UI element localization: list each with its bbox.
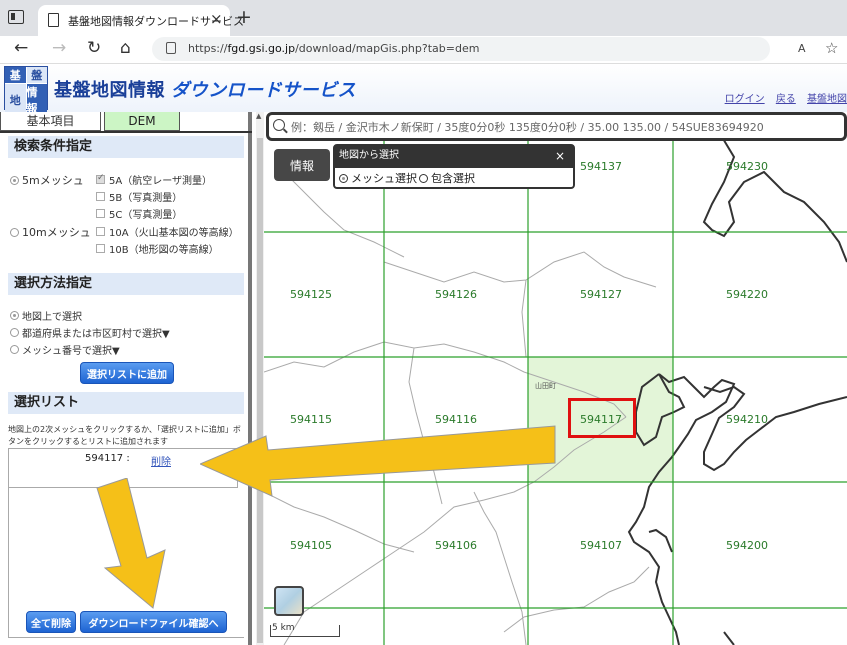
add-to-list-button[interactable]: 選択リストに追加	[80, 362, 174, 384]
back-icon[interactable]: ←	[14, 38, 28, 58]
tab-actions-icon[interactable]	[8, 10, 24, 24]
read-aloud-icon[interactable]: A	[798, 42, 806, 55]
checkbox-icon	[96, 209, 105, 218]
address-bar[interactable]: https://fgd.gsi.go.jp/download/mapGis.ph…	[152, 37, 770, 61]
new-tab-icon[interactable]: +	[236, 6, 252, 28]
browser-toolbar: ← → ↻ ⌂ https://fgd.gsi.go.jp/download/m…	[0, 36, 847, 64]
selected-mesh-highlight	[568, 398, 636, 438]
mesh-label[interactable]: 594210	[726, 413, 768, 426]
site-title: 基盤地図情報 ダウンロードサービス	[54, 80, 356, 101]
kiban-link[interactable]: 基盤地図	[807, 94, 847, 105]
mesh-label[interactable]: 594220	[726, 288, 768, 301]
list-section-header: 選択リスト	[8, 392, 244, 414]
reload-icon[interactable]: ↻	[87, 38, 101, 58]
method-prefecture-radio[interactable]: 都道府県または市区町村で選択▼	[10, 325, 170, 340]
mesh-label[interactable]: 594105	[290, 539, 332, 552]
checkbox-icon	[96, 173, 105, 184]
select-from-map-popup: 地図から選択 × メッシュ選択 包含選択	[333, 144, 575, 189]
info-button[interactable]: 情報	[274, 149, 330, 181]
contain-select-radio[interactable]: 包含選択	[419, 170, 475, 186]
mesh-5m-radio[interactable]: 5mメッシュ	[10, 172, 84, 188]
mesh-10m-radio[interactable]: 10mメッシュ	[10, 224, 91, 240]
mesh-label[interactable]: 594200	[726, 539, 768, 552]
mesh-label[interactable]: 594125	[290, 288, 332, 301]
checkbox-icon	[96, 244, 105, 253]
map-svg	[264, 112, 847, 645]
download-confirm-button[interactable]: ダウンロードファイル確認へ	[80, 611, 227, 633]
tab-basic[interactable]: 基本項目	[0, 112, 101, 131]
tab-divider	[0, 131, 252, 133]
search-input[interactable]: 例：剱岳 / 金沢市木ノ新保町 / 35度0分0秒 135度0分0秒 / 35.…	[291, 119, 764, 135]
list-item-code: 594117 :	[85, 453, 130, 464]
favorite-icon[interactable]: ☆	[825, 39, 838, 57]
radio-icon	[10, 345, 19, 354]
option-5b[interactable]: 5B（写真測量）	[96, 189, 182, 204]
mesh-label[interactable]: 594127	[580, 288, 622, 301]
login-link[interactable]: ログイン	[725, 94, 765, 105]
radio-icon	[10, 328, 19, 337]
checkbox-icon	[96, 227, 105, 236]
panel-scrollbar[interactable]: ▲	[256, 112, 264, 645]
radio-icon	[419, 173, 428, 183]
method-mesh-number-radio[interactable]: メッシュ番号で選択▼	[10, 342, 120, 357]
page-icon	[48, 13, 59, 27]
back-link[interactable]: 戻る	[776, 94, 796, 105]
scale-label: 5 km	[272, 623, 295, 633]
radio-icon	[10, 227, 19, 237]
map-search-bar[interactable]: 例：剱岳 / 金沢市木ノ新保町 / 35度0分0秒 135度0分0秒 / 35.…	[266, 112, 847, 141]
forward-icon[interactable]: →	[52, 38, 66, 58]
popup-header: 地図から選択 ×	[335, 146, 573, 168]
arrow-to-download	[96, 478, 166, 609]
radio-icon	[10, 175, 19, 185]
home-icon[interactable]: ⌂	[120, 38, 131, 58]
search-icon	[273, 119, 285, 131]
site-logo: 基 盤 地 情報	[4, 66, 48, 116]
scroll-thumb[interactable]	[257, 138, 263, 643]
delete-all-button[interactable]: 全て削除	[26, 611, 76, 633]
layer-thumbnail[interactable]	[274, 586, 304, 616]
list-item-delete-link[interactable]: 削除	[151, 453, 171, 468]
tab-dem[interactable]: DEM	[104, 112, 180, 131]
option-5a[interactable]: 5A（航空レーザ測量）	[96, 172, 212, 187]
arrow-to-list	[200, 425, 556, 497]
mesh-select-radio[interactable]: メッシュ選択	[339, 170, 417, 186]
mesh-label[interactable]: 594106	[435, 539, 477, 552]
site-header: 基 盤 地 情報 基盤地図情報 ダウンロードサービス ログイン 戻る 基盤地図	[0, 64, 847, 116]
browser-tab-bar: 基盤地図情報ダウンロードサービス × +	[0, 0, 847, 36]
mesh-label[interactable]: 594230	[726, 160, 768, 173]
radio-icon	[10, 311, 19, 320]
method-section-header: 選択方法指定	[8, 273, 244, 295]
search-section-header: 検索条件指定	[8, 136, 244, 158]
header-links: ログイン 戻る 基盤地図	[717, 90, 847, 105]
place-label: 山田町	[535, 382, 556, 390]
radio-icon	[339, 173, 348, 183]
method-map-radio[interactable]: 地図上で選択	[10, 308, 82, 323]
scroll-up-icon[interactable]: ▲	[256, 112, 261, 120]
panel-tabs: 基本項目 DEM	[0, 112, 252, 132]
mesh-label[interactable]: 594107	[580, 539, 622, 552]
url-text[interactable]: https://fgd.gsi.go.jp/download/mapGis.ph…	[188, 42, 479, 55]
mesh-label[interactable]: 594126	[435, 288, 477, 301]
popup-close-icon[interactable]: ×	[555, 146, 565, 166]
option-5c[interactable]: 5C（写真測量）	[96, 206, 182, 221]
option-10a[interactable]: 10A（火山基本図の等高線）	[96, 224, 239, 239]
tab-close-icon[interactable]: ×	[210, 10, 223, 28]
checkbox-icon	[96, 192, 105, 201]
lock-icon[interactable]	[166, 42, 176, 54]
mesh-label[interactable]: 594137	[580, 160, 622, 173]
map-canvas[interactable]: 594137 594230 594125 594126 594127 59422…	[264, 112, 847, 645]
browser-tab[interactable]: 基盤地図情報ダウンロードサービス ×	[38, 5, 244, 36]
option-10b[interactable]: 10B（地形図の等高線）	[96, 241, 219, 256]
